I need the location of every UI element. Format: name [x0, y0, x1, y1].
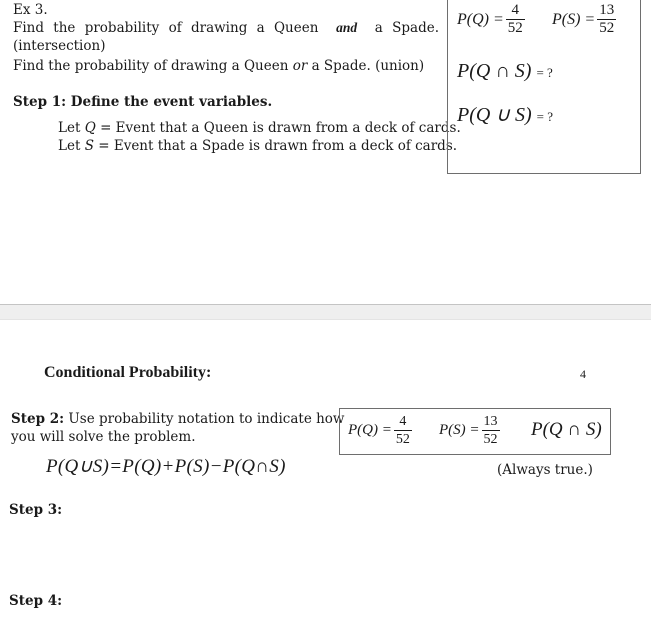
pq-numerator: 4: [511, 2, 520, 18]
pq-given: P(Q) = 4 52: [457, 2, 525, 37]
ps-label-2: P(S) =: [439, 422, 480, 438]
q1-text: Find the probability of drawing a Queen: [13, 20, 319, 36]
ps-numerator: 13: [599, 2, 615, 18]
ps-fraction-2: 13 52: [481, 413, 500, 448]
union-question: P(Q ∪ S) = ?: [457, 102, 553, 127]
step-4-label: Step 4:: [9, 593, 63, 609]
ps-denominator-2: 52: [481, 430, 500, 447]
page-number: 4: [580, 367, 586, 381]
let-q-prefix: Let: [58, 120, 81, 136]
pq-numerator-2: 4: [399, 414, 407, 429]
q2-text: Find the probability of drawing a Queen: [13, 58, 289, 74]
pq-fraction: 4 52: [505, 2, 525, 37]
step-2-line-2: you will solve the problem.: [11, 429, 196, 445]
pq-fraction-2: 4 52: [393, 413, 412, 448]
step-2-text: Use probability notation to indicate how: [68, 411, 345, 427]
step-2-line-1: Step 2: Use probability notation to indi…: [11, 410, 345, 428]
step-3-label: Step 3:: [9, 502, 63, 518]
var-q: Q: [84, 120, 96, 136]
step-2-label: Step 2:: [11, 411, 65, 427]
let-q-text: = Event that a Queen is drawn from a dec…: [100, 120, 461, 136]
intersection-expr-2: P(Q ∩ S): [531, 419, 602, 440]
let-s-definition: Let S = Event that a Spade is drawn from…: [58, 137, 457, 155]
intersection-value: = ?: [536, 65, 553, 80]
ps-denominator: 52: [597, 19, 617, 36]
var-s: S: [84, 138, 94, 154]
example-label: Ex 3.: [13, 2, 48, 18]
given-values-box: P(Q) = 4 52 P(S) = 13 52 P(Q ∩ S): [339, 408, 611, 455]
pq-denominator: 52: [505, 19, 525, 36]
union-formula: P(Q∪S)=P(Q)+P(S)−P(Q∩S): [46, 456, 286, 477]
q1-text-2: a Spade.: [374, 20, 439, 36]
ps-numerator-2: 13: [483, 414, 498, 429]
let-s-text: = Event that a Spade is drawn from a dec…: [98, 138, 458, 154]
pq-label-2: P(Q) =: [348, 422, 392, 438]
let-s-prefix: Let: [58, 138, 81, 154]
intersection-expr: P(Q ∩ S): [457, 60, 532, 82]
question-2: Find the probability of drawing a Queen …: [13, 57, 424, 75]
q2-or: or: [292, 58, 308, 74]
given-probabilities-box: P(Q) = 4 52 P(S) = 13 52 P(Q ∩ S) = ? P(…: [447, 0, 641, 174]
pq-denominator-2: 52: [393, 430, 412, 447]
conditional-probability-heading: Conditional Probability:: [44, 364, 212, 381]
let-q-definition: Let Q = Event that a Queen is drawn from…: [58, 119, 461, 137]
union-value: = ?: [536, 109, 553, 124]
ps-given-2: P(S) = 13 52: [439, 413, 500, 448]
page-separator: [0, 304, 651, 320]
ps-fraction: 13 52: [597, 2, 617, 37]
q2-text-2: a Spade. (union): [311, 58, 425, 74]
pq-label: P(Q) =: [457, 10, 504, 28]
ps-given: P(S) = 13 52: [552, 2, 617, 37]
intersection-question: P(Q ∩ S) = ?: [457, 60, 553, 83]
q1-and: and: [336, 20, 358, 35]
always-true-note: (Always true.): [497, 462, 593, 478]
union-expr: P(Q ∪ S): [457, 104, 532, 126]
question-1: Find the probability of drawing a Queen …: [13, 19, 439, 37]
pq-given-2: P(Q) = 4 52: [348, 413, 412, 448]
ps-label: P(S) =: [552, 10, 596, 28]
q1-note: (intersection): [13, 38, 106, 54]
step-1-heading: Step 1: Define the event variables.: [13, 94, 273, 110]
